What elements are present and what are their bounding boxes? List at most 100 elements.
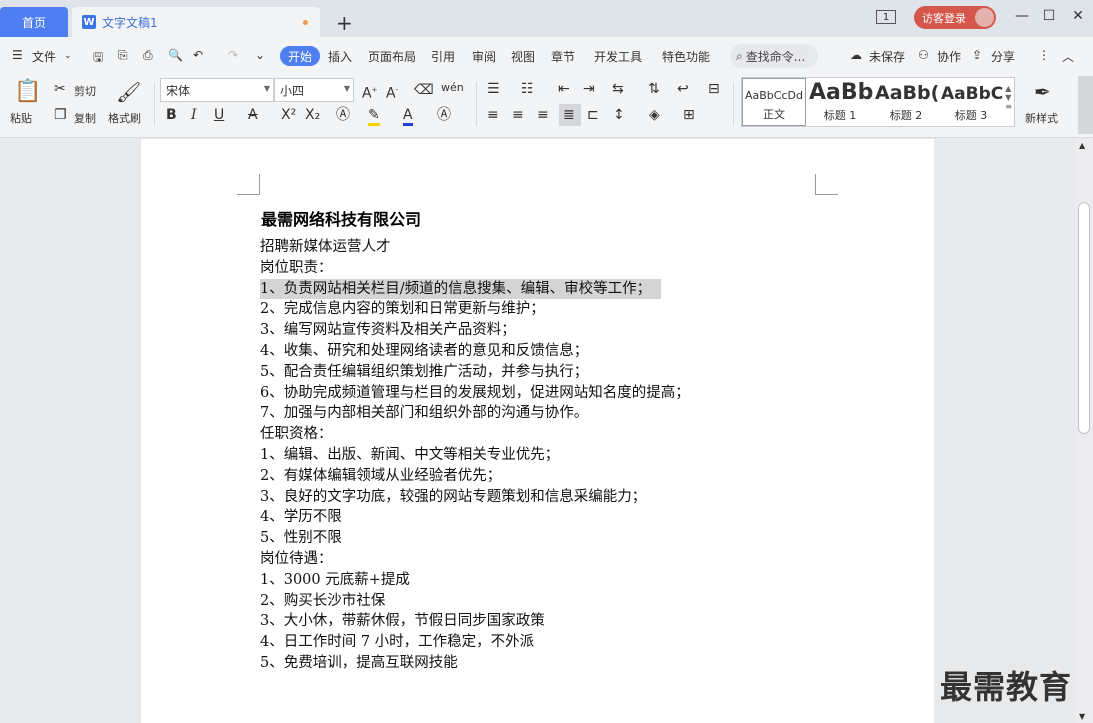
- font-size-select[interactable]: 小四 ▼: [274, 78, 354, 102]
- new-style-icon[interactable]: ✒: [1034, 80, 1051, 104]
- line-spacing-icon[interactable]: ↕: [613, 107, 625, 123]
- style-heading-3[interactable]: AaBbC 标题 3: [939, 78, 1003, 126]
- strikethrough-icon[interactable]: A: [248, 107, 258, 123]
- document-paragraph[interactable]: 岗位职责：: [260, 258, 690, 279]
- quick-access-more-icon[interactable]: ⌄: [255, 48, 265, 62]
- document-paragraph[interactable]: 6、协助完成频道管理与栏目的发展规划，促进网站知名度的提高；: [260, 383, 690, 404]
- document-paragraph[interactable]: 岗位待遇：: [260, 549, 690, 570]
- style-heading-2[interactable]: AaBb( 标题 2: [873, 78, 939, 126]
- side-panel-toggle[interactable]: [1078, 76, 1093, 134]
- tab-stops-icon[interactable]: ⊟: [708, 81, 720, 97]
- italic-icon[interactable]: I: [191, 107, 197, 123]
- vertical-scrollbar[interactable]: ▲ ▼: [1075, 139, 1093, 723]
- cut-button[interactable]: 剪切: [74, 83, 96, 99]
- bullet-list-icon[interactable]: ☰: [487, 81, 500, 97]
- chevron-down-icon[interactable]: ⌄: [64, 51, 72, 61]
- redo-icon[interactable]: ↷: [228, 48, 238, 62]
- menu-references[interactable]: 引用: [431, 48, 455, 65]
- superscript-icon[interactable]: X²: [281, 107, 296, 123]
- scissors-icon[interactable]: ✂: [54, 81, 66, 97]
- document-paragraph[interactable]: 7、加强与内部相关部门和组织外部的沟通与协作。: [260, 403, 690, 424]
- minimize-icon[interactable]: —: [1012, 8, 1032, 24]
- menu-chapter[interactable]: 章节: [551, 48, 575, 65]
- grow-font-icon[interactable]: A+: [362, 82, 377, 102]
- share-button[interactable]: 分享: [991, 48, 1015, 65]
- menu-review[interactable]: 审阅: [472, 48, 496, 65]
- shrink-font-icon[interactable]: A-: [386, 82, 398, 102]
- document-paragraph[interactable]: 5、配合责任编辑组织策划推广活动，并参与执行；: [260, 362, 690, 383]
- subscript-icon[interactable]: X₂: [305, 107, 320, 123]
- document-paragraph[interactable]: 4、学历不限: [260, 507, 690, 528]
- document-paragraph[interactable]: 4、日工作时间 7 小时，工作稳定，不外派: [260, 632, 690, 653]
- document-paragraph[interactable]: 招聘新媒体运营人才: [260, 237, 690, 258]
- increase-indent-icon[interactable]: ⇥: [583, 81, 595, 97]
- decrease-indent-icon[interactable]: ⇤: [558, 81, 570, 97]
- document-paragraph[interactable]: 2、完成信息内容的策划和日常更新与维护；: [260, 299, 690, 320]
- clear-formatting-icon[interactable]: ⌫: [414, 82, 434, 98]
- numbered-list-icon[interactable]: ☷: [521, 81, 534, 97]
- format-painter-icon[interactable]: 🖌: [116, 80, 141, 104]
- new-tab-button[interactable]: +: [336, 11, 353, 35]
- document-paragraph[interactable]: 3、良好的文字功底，较强的网站专题策划和信息采编能力；: [260, 487, 690, 508]
- style-normal[interactable]: AaBbCcDd 正文: [742, 78, 806, 126]
- phonetic-guide-icon[interactable]: wén: [441, 80, 464, 96]
- menu-file[interactable]: 文件: [32, 48, 56, 65]
- sort-icon[interactable]: ⇅: [648, 81, 660, 97]
- tab-document[interactable]: W 文字文稿1: [72, 7, 320, 37]
- collapse-ribbon-icon[interactable]: ︿: [1062, 48, 1074, 65]
- collaborate-button[interactable]: 协作: [937, 48, 961, 65]
- menu-special-features[interactable]: 特色功能: [662, 48, 710, 65]
- hamburger-icon[interactable]: ☰: [12, 48, 23, 62]
- line-break-icon[interactable]: ↩: [677, 81, 689, 97]
- undo-icon[interactable]: ↶: [193, 48, 203, 62]
- document-heading[interactable]: 最需网络科技有限公司: [261, 206, 421, 230]
- highlight-color-icon[interactable]: ✎: [368, 107, 380, 126]
- more-options-icon[interactable]: ⋮: [1038, 48, 1050, 62]
- align-right-icon[interactable]: ≡: [537, 107, 549, 123]
- style-heading-1[interactable]: AaBb 标题 1: [807, 78, 873, 126]
- scroll-down-icon[interactable]: ▼: [1079, 712, 1085, 721]
- document-paragraph[interactable]: 3、编写网站宣传资料及相关产品资料；: [260, 320, 690, 341]
- visitor-login-button[interactable]: 访客登录: [914, 6, 996, 29]
- document-body[interactable]: 招聘新媒体运营人才 岗位职责： 1、负责网站相关栏目/频道的信息搜集、编辑、审校等工…: [260, 237, 690, 674]
- document-paragraph[interactable]: 5、性别不限: [260, 528, 690, 549]
- print-preview-icon[interactable]: 🔍: [168, 48, 183, 62]
- document-paragraph[interactable]: 5、免费培训，提高互联网技能: [260, 653, 690, 674]
- scroll-up-icon[interactable]: ▲: [1079, 141, 1085, 150]
- export-icon[interactable]: ⎘: [118, 48, 128, 63]
- format-painter-button[interactable]: 格式刷: [108, 110, 141, 126]
- close-icon[interactable]: ✕: [1068, 8, 1088, 24]
- scrollbar-thumb[interactable]: [1078, 202, 1090, 434]
- document-paragraph[interactable]: 1、3000 元底薪+提成: [260, 570, 690, 591]
- document-paragraph[interactable]: 任职资格：: [260, 424, 690, 445]
- align-left-icon[interactable]: ≡: [487, 107, 499, 123]
- borders-icon[interactable]: ⊞: [683, 107, 695, 123]
- copy-button[interactable]: 复制: [74, 110, 96, 126]
- page-count-icon[interactable]: 1: [876, 10, 896, 24]
- unsaved-label[interactable]: 未保存: [869, 48, 905, 65]
- menu-insert[interactable]: 插入: [328, 48, 352, 65]
- align-center-icon[interactable]: ≡: [512, 107, 524, 123]
- text-direction-icon[interactable]: ⇆: [612, 81, 624, 97]
- underline-icon[interactable]: U: [214, 107, 224, 123]
- text-effect-icon[interactable]: Ⓐ: [336, 107, 350, 123]
- menu-developer-tools[interactable]: 开发工具: [594, 48, 642, 65]
- font-name-select[interactable]: 宋体 ▼: [160, 78, 274, 102]
- menu-page-layout[interactable]: 页面布局: [368, 48, 416, 65]
- new-style-button[interactable]: 新样式: [1025, 110, 1058, 126]
- document-paragraph[interactable]: 2、购买长沙市社保: [260, 591, 690, 612]
- bold-icon[interactable]: B: [166, 107, 177, 123]
- save-icon[interactable]: 🖫: [93, 48, 103, 69]
- command-search-input[interactable]: ⌕ 查找命令...: [730, 44, 818, 68]
- paste-icon[interactable]: 📋: [14, 80, 41, 104]
- character-border-icon[interactable]: Ⓐ: [437, 107, 451, 123]
- distributed-align-icon[interactable]: ⊏: [587, 107, 599, 123]
- styles-scroll-icon[interactable]: ▲ ▼ ≡: [1005, 84, 1012, 111]
- print-icon[interactable]: ⎙: [143, 48, 153, 63]
- paste-button[interactable]: 粘贴: [10, 110, 32, 126]
- document-paragraph[interactable]: 1、负责网站相关栏目/频道的信息搜集、编辑、审校等工作；: [260, 278, 690, 300]
- document-paragraph[interactable]: 1、编辑、出版、新闻、中文等相关专业优先；: [260, 445, 690, 466]
- document-paragraph[interactable]: 3、大小休，带薪休假，节假日同步国家政策: [260, 611, 690, 632]
- menu-view[interactable]: 视图: [511, 48, 535, 65]
- maximize-icon[interactable]: ☐: [1039, 8, 1059, 24]
